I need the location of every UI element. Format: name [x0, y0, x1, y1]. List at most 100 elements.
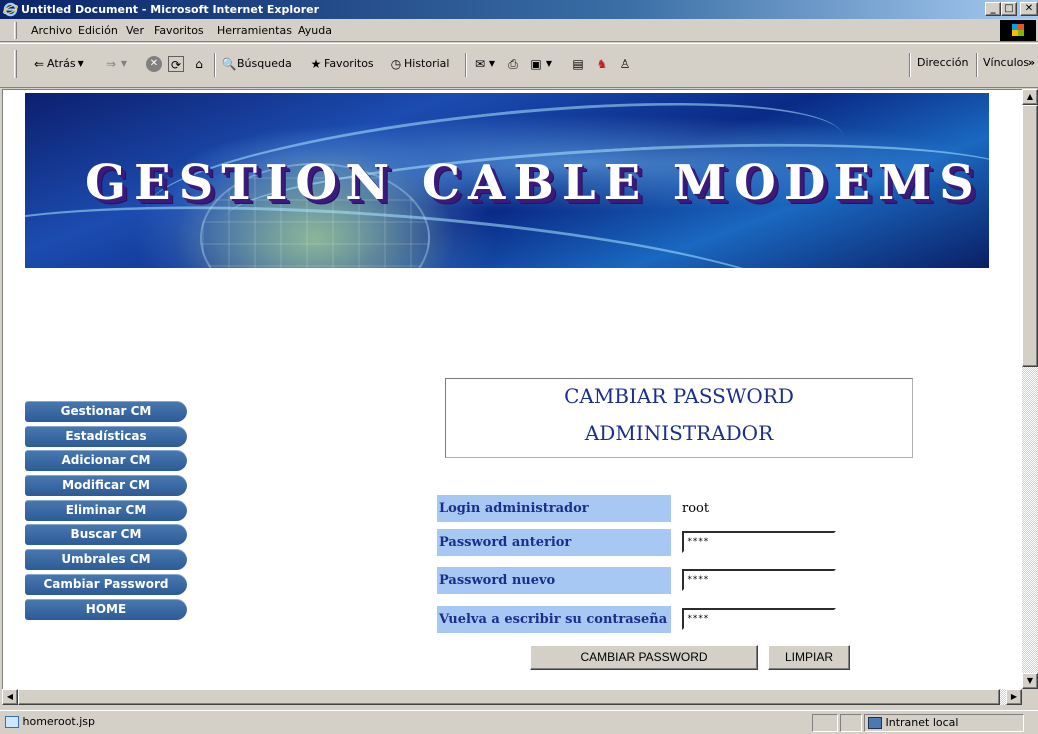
scroll-down-icon[interactable]: ▼ [1022, 673, 1038, 689]
links-label[interactable]: Vínculos [983, 56, 1029, 69]
intranet-icon [868, 717, 882, 729]
edit-dropdown-icon[interactable]: ▼ [544, 56, 554, 72]
stop-button[interactable]: ✕ [146, 56, 162, 72]
favorites-label: Favoritos [324, 57, 374, 70]
windows-logo-icon [1000, 20, 1036, 41]
history-label: Historial [404, 57, 450, 70]
discuss-button[interactable]: ▤ [570, 56, 586, 72]
address-label[interactable]: Dirección [917, 56, 968, 69]
refresh-button[interactable]: ⟳ [168, 56, 184, 72]
reset-button[interactable]: LIMPIAR [768, 645, 850, 670]
messenger-icon: ♞ [596, 57, 608, 71]
search-button[interactable]: 🔍Búsqueda [221, 56, 292, 72]
confirm-password-field[interactable]: **** [682, 608, 836, 630]
nav-cambiar-password[interactable]: Cambiar Password [25, 573, 187, 595]
menu-bar: Archivo Edición Ver Favoritos Herramient… [0, 19, 1038, 42]
search-label: Búsqueda [237, 57, 292, 70]
scroll-left-icon[interactable]: ◀ [2, 689, 18, 705]
toolbar: ⇐ Atrás ▼ ⇒ ▼ ✕ ⟳ ⌂ 🔍Búsqueda ★ Favoritos ◷ H… [0, 43, 1038, 88]
favorites-icon: ★ [310, 57, 322, 71]
status-bar: homeroot.jsp Intranet local [0, 710, 1038, 734]
status-pane-empty [812, 714, 838, 732]
old-password-field[interactable]: **** [682, 531, 836, 553]
history-icon: ◷ [390, 57, 402, 71]
minimize-button[interactable]: _ [985, 2, 1001, 16]
nav-modificar-cm[interactable]: Modificar CM [25, 475, 187, 497]
nav-estadisticas[interactable]: Estadísticas [25, 425, 187, 447]
nav-eliminar-cm[interactable]: Eliminar CM [25, 499, 187, 521]
status-url-pane: homeroot.jsp [2, 714, 810, 732]
old-password-label: Password anterior [437, 529, 671, 556]
back-dropdown-icon[interactable]: ▼ [76, 56, 86, 72]
edit-icon: ▣ [530, 57, 542, 71]
banner-headline: GESTION CABLE MODEMS [85, 155, 982, 211]
title-bar[interactable]: Untitled Document - Microsoft Internet E… [0, 0, 1038, 19]
status-zone: Intranet local [885, 716, 959, 729]
page-title-box: CAMBIAR PASSWORD ADMINISTRADOR [445, 378, 913, 458]
print-button[interactable]: ⎙ [505, 56, 521, 72]
refresh-icon: ⟳ [168, 56, 184, 72]
menu-favoritos[interactable]: Favoritos [154, 24, 204, 37]
window-title: Untitled Document - Microsoft Internet E… [21, 3, 320, 16]
search-icon: 🔍 [221, 57, 237, 71]
vertical-scroll-thumb[interactable] [1022, 105, 1038, 367]
left-navigation: Gestionar CM Estadísticas Adicionar CM M… [25, 401, 187, 623]
nav-buscar-cm[interactable]: Buscar CM [25, 524, 187, 546]
close-button[interactable]: ✕ [1020, 2, 1038, 16]
home-button[interactable]: ⌂ [191, 56, 207, 72]
back-button[interactable]: ⇐ Atrás ▼ [31, 56, 86, 72]
forward-button[interactable]: ⇒ ▼ [103, 56, 129, 72]
history-button[interactable]: ◷ Historial [388, 56, 450, 72]
confirm-password-label: Vuelva a escribir su contraseña [437, 606, 671, 633]
discuss-icon: ▤ [572, 57, 584, 71]
page-subtitle: ADMINISTRADOR [584, 421, 774, 445]
print-icon: ⎙ [508, 57, 518, 71]
horizontal-scroll-thumb[interactable] [18, 689, 1000, 705]
forward-dropdown-icon[interactable]: ▼ [119, 56, 129, 72]
home-icon: ⌂ [195, 57, 203, 71]
toolbar-grip[interactable] [14, 50, 17, 78]
favorites-button[interactable]: ★ Favoritos [308, 56, 374, 72]
page-icon [5, 716, 19, 728]
mail-icon: ✉ [474, 57, 486, 71]
status-zone-pane: Intranet local [864, 714, 1024, 732]
mail-dropdown-icon[interactable]: ▼ [488, 56, 496, 72]
header-banner: GESTION CABLE MODEMS [25, 93, 989, 268]
stop-icon: ✕ [146, 56, 162, 72]
page-title: CAMBIAR PASSWORD [564, 384, 794, 408]
login-label: Login administrador [437, 495, 671, 522]
nav-home[interactable]: HOME [25, 598, 187, 620]
forward-arrow-icon: ⇒ [105, 57, 117, 71]
submit-button[interactable]: CAMBIAR PASSWORD [530, 645, 758, 670]
status-url: homeroot.jsp [22, 715, 96, 728]
browser-window: Untitled Document - Microsoft Internet E… [0, 0, 1038, 734]
scroll-up-icon[interactable]: ▲ [1022, 89, 1038, 105]
page-viewport: GESTION CABLE MODEMS Gestionar CM Estadí… [2, 89, 1022, 689]
links-chevron-icon[interactable]: » [1028, 56, 1035, 69]
mail-button[interactable]: ✉ ▼ [472, 56, 496, 72]
menu-edicion[interactable]: Edición [78, 24, 118, 37]
toolbar-separator [909, 53, 911, 77]
back-arrow-icon: ⇐ [33, 57, 45, 71]
vertical-scrollbar[interactable]: ▲ ▼ [1022, 89, 1038, 689]
nav-adicionar-cm[interactable]: Adicionar CM [25, 450, 187, 472]
menu-ayuda[interactable]: Ayuda [298, 24, 332, 37]
menu-herramientas[interactable]: Herramientas [217, 24, 292, 37]
internet-explorer-icon [3, 2, 18, 17]
scroll-right-icon[interactable]: ▶ [1006, 689, 1022, 705]
toolbar-separator [214, 53, 216, 77]
horizontal-scrollbar[interactable]: ◀ ▶ [2, 689, 1022, 705]
toolbar-separator [465, 53, 467, 77]
edit-button[interactable]: ▣ ▼ [528, 56, 554, 72]
new-password-field[interactable]: **** [682, 569, 836, 591]
nav-umbrales-cm[interactable]: Umbrales CM [25, 549, 187, 571]
menu-grip[interactable] [14, 22, 17, 39]
back-label: Atrás [47, 57, 76, 70]
messenger-button[interactable]: ♞ [594, 56, 610, 72]
nav-gestionar-cm[interactable]: Gestionar CM [25, 401, 187, 422]
contacts-button[interactable]: ♙ [617, 56, 633, 72]
menu-archivo[interactable]: Archivo [31, 24, 72, 37]
maximize-button[interactable]: □ [1001, 2, 1017, 16]
new-password-label: Password nuevo [437, 567, 671, 594]
menu-ver[interactable]: Ver [126, 24, 144, 37]
